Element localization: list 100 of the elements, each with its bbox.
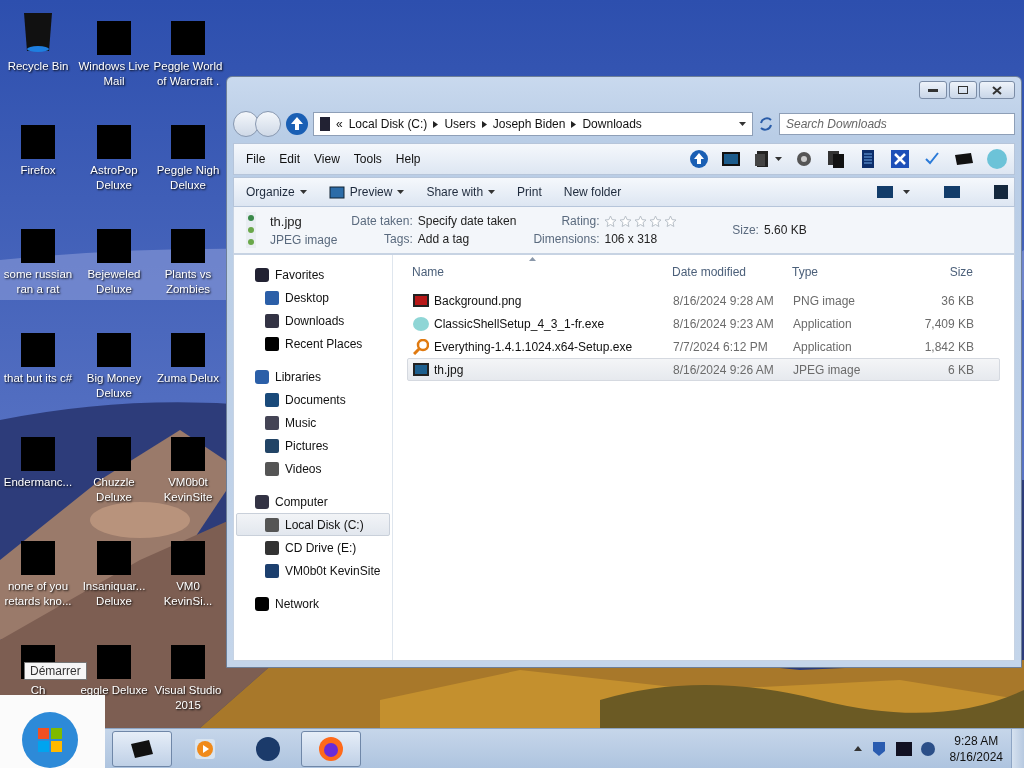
sort-caret-icon: [529, 257, 536, 261]
breadcrumb-item[interactable]: Downloads: [582, 117, 642, 131]
address-bar[interactable]: « Local Disk (C:) Users Joseph Biden Downloads: [313, 112, 753, 136]
desktop-icon-label[interactable]: some russian ran a rat: [0, 267, 76, 297]
desktop-icon-label[interactable]: none of you retards kno...: [0, 579, 76, 609]
nav-icon: [265, 336, 279, 351]
desktop-icon-label[interactable]: Big Money Deluxe: [76, 371, 152, 401]
column-header[interactable]: Size: [897, 265, 973, 279]
menu-item[interactable]: File: [240, 150, 272, 168]
property-label: Rating:: [560, 214, 600, 228]
clock-time: 9:28 AM: [954, 732, 999, 749]
desktop-icon-label[interactable]: Firefox: [0, 163, 76, 178]
property-value[interactable]: Add a tag: [417, 232, 517, 246]
desktop-icon-label[interactable]: Windows Live Mail: [76, 59, 152, 89]
taskbar-button[interactable]: [112, 730, 172, 767]
desktop-icon-label[interactable]: VM0b0t KevinSite: [152, 475, 224, 505]
date-cell-text: 7/7/2024 6:12 PM: [672, 339, 769, 354]
desktop-icon-label[interactable]: Insaniquar... Deluxe: [76, 579, 152, 609]
desktop-icon-label[interactable]: that but its c#: [0, 371, 76, 386]
preview-window-icon: [328, 185, 345, 199]
tray-arrow-icon[interactable]: [853, 746, 862, 751]
desktop-icon-label[interactable]: Visual Studio 2015: [152, 683, 224, 713]
file-name: th.jpg: [270, 213, 303, 229]
desktop-icon-label[interactable]: Endermanc...: [0, 475, 76, 490]
nav-item[interactable]: Documents: [236, 388, 390, 411]
command-button[interactable]: Print: [511, 182, 548, 202]
column-header[interactable]: Date modified: [667, 265, 787, 279]
property-value[interactable]: 5.60 KB: [763, 223, 845, 237]
nav-item[interactable]: Network: [236, 592, 390, 615]
nav-item[interactable]: Pictures: [236, 434, 390, 457]
refresh-icon[interactable]: [757, 115, 775, 133]
menu-item[interactable]: Tools: [347, 150, 388, 168]
command-button[interactable]: New folder: [557, 182, 628, 202]
nav-icon: [265, 563, 279, 578]
nav-icon: [265, 438, 279, 453]
desktop-icon-label[interactable]: VM0 KevinSi...: [152, 579, 224, 609]
breadcrumb-item[interactable]: Users: [444, 117, 476, 131]
desktop-icon-label[interactable]: Bejeweled Deluxe: [76, 267, 152, 297]
nav-item[interactable]: Local Disk (C:): [236, 513, 390, 536]
desktop-icon-label[interactable]: Peggle World of Warcraft .: [152, 59, 224, 89]
property-label: Tags:: [383, 232, 413, 246]
nav-item[interactable]: VM0b0t KevinSite: [236, 559, 390, 582]
column-header[interactable]: Type: [787, 265, 897, 279]
command-button[interactable]: Preview: [322, 182, 411, 202]
file-row[interactable]: Everything-1.4.1.1024.x64-Setup.exe 7/7/2024 6:12 PM Application 1,842 KB: [407, 335, 1000, 358]
taskbar-button[interactable]: [301, 730, 361, 767]
date-cell-text: 8/16/2024 9:26 AM: [672, 362, 775, 377]
dropdown-caret-icon: [397, 190, 405, 194]
nav-item[interactable]: Computer: [236, 490, 390, 513]
file-row[interactable]: th.jpg 8/16/2024 9:26 AM JPEG image 6 KB: [407, 358, 1000, 381]
nav-item[interactable]: Music: [236, 411, 390, 434]
desktop-icon-label[interactable]: Recycle Bin: [0, 59, 76, 74]
nav-item[interactable]: Downloads: [236, 309, 390, 332]
nav-item[interactable]: CD Drive (E:): [236, 536, 390, 559]
nav-icon: [255, 369, 269, 384]
close-button[interactable]: [979, 81, 1015, 99]
property-value[interactable]: Specify date taken: [417, 214, 517, 228]
menu-item[interactable]: Edit: [273, 150, 307, 168]
nav-item[interactable]: Favorites: [236, 263, 390, 286]
file-row[interactable]: ClassicShellSetup_4_3_1-fr.exe 8/16/2024 9:23 AM Application 7,409 KB: [407, 312, 1000, 335]
close-icon: [992, 85, 1002, 95]
nav-icon: [265, 392, 279, 407]
desktop-icon-label[interactable]: Zuma Delux: [152, 371, 224, 386]
file-thumbnail-icon: [246, 212, 256, 248]
command-button[interactable]: Share with: [420, 182, 502, 202]
nav-item[interactable]: Desktop: [236, 286, 390, 309]
menu-item[interactable]: View: [308, 150, 346, 168]
property-value[interactable]: 106 x 318: [604, 232, 681, 246]
command-button[interactable]: Organize: [240, 182, 313, 202]
maximize-button[interactable]: [949, 81, 977, 99]
column-header[interactable]: Name: [407, 265, 667, 279]
file-name-cell: Everything-1.4.1.1024.x64-Setup.exe: [408, 338, 668, 355]
search-field[interactable]: Search Downloads: [779, 113, 1015, 135]
file-name-cell: ClassicShellSetup_4_3_1-fr.exe: [408, 316, 668, 331]
desktop-icon-label[interactable]: Chuzzle Deluxe: [76, 475, 152, 505]
desktop-icon-label[interactable]: AstroPop Deluxe: [76, 163, 152, 193]
copy-icon[interactable]: [826, 149, 846, 169]
file-row[interactable]: Background.png 8/16/2024 9:28 AM PNG image 36 KB: [407, 289, 1000, 312]
breadcrumb-item[interactable]: Joseph Biden: [492, 117, 566, 131]
date-cell-text: 8/16/2024 9:28 AM: [672, 293, 775, 308]
nav-item[interactable]: Videos: [236, 457, 390, 480]
nav-item[interactable]: Libraries: [236, 365, 390, 388]
breadcrumb-item[interactable]: Local Disk (C:): [348, 117, 428, 131]
nav-icon: [265, 517, 279, 532]
property-label: Size:: [731, 223, 759, 237]
shield-icon[interactable]: [871, 740, 886, 757]
screen-icon[interactable]: [721, 149, 741, 169]
minimize-button[interactable]: [919, 81, 947, 99]
nav-icon: [255, 267, 269, 282]
file-name-cell: th.jpg: [408, 362, 668, 377]
desktop-icon-label[interactable]: Plants vs Zombies: [152, 267, 224, 297]
dropdown-caret-icon: [299, 190, 307, 194]
clock[interactable]: 9:28 AM 8/16/2024: [949, 732, 1003, 765]
nav-item[interactable]: Recent Places: [236, 332, 390, 355]
breadcrumb-item[interactable]: «: [336, 117, 343, 131]
close-box-icon[interactable]: [890, 149, 910, 169]
desktop-icon-label[interactable]: Ch: [0, 683, 76, 698]
menu-item[interactable]: Help: [389, 150, 427, 168]
desktop-icon-label[interactable]: Peggle Nigh Deluxe: [152, 163, 224, 193]
dropdown-caret-icon: [903, 190, 910, 194]
